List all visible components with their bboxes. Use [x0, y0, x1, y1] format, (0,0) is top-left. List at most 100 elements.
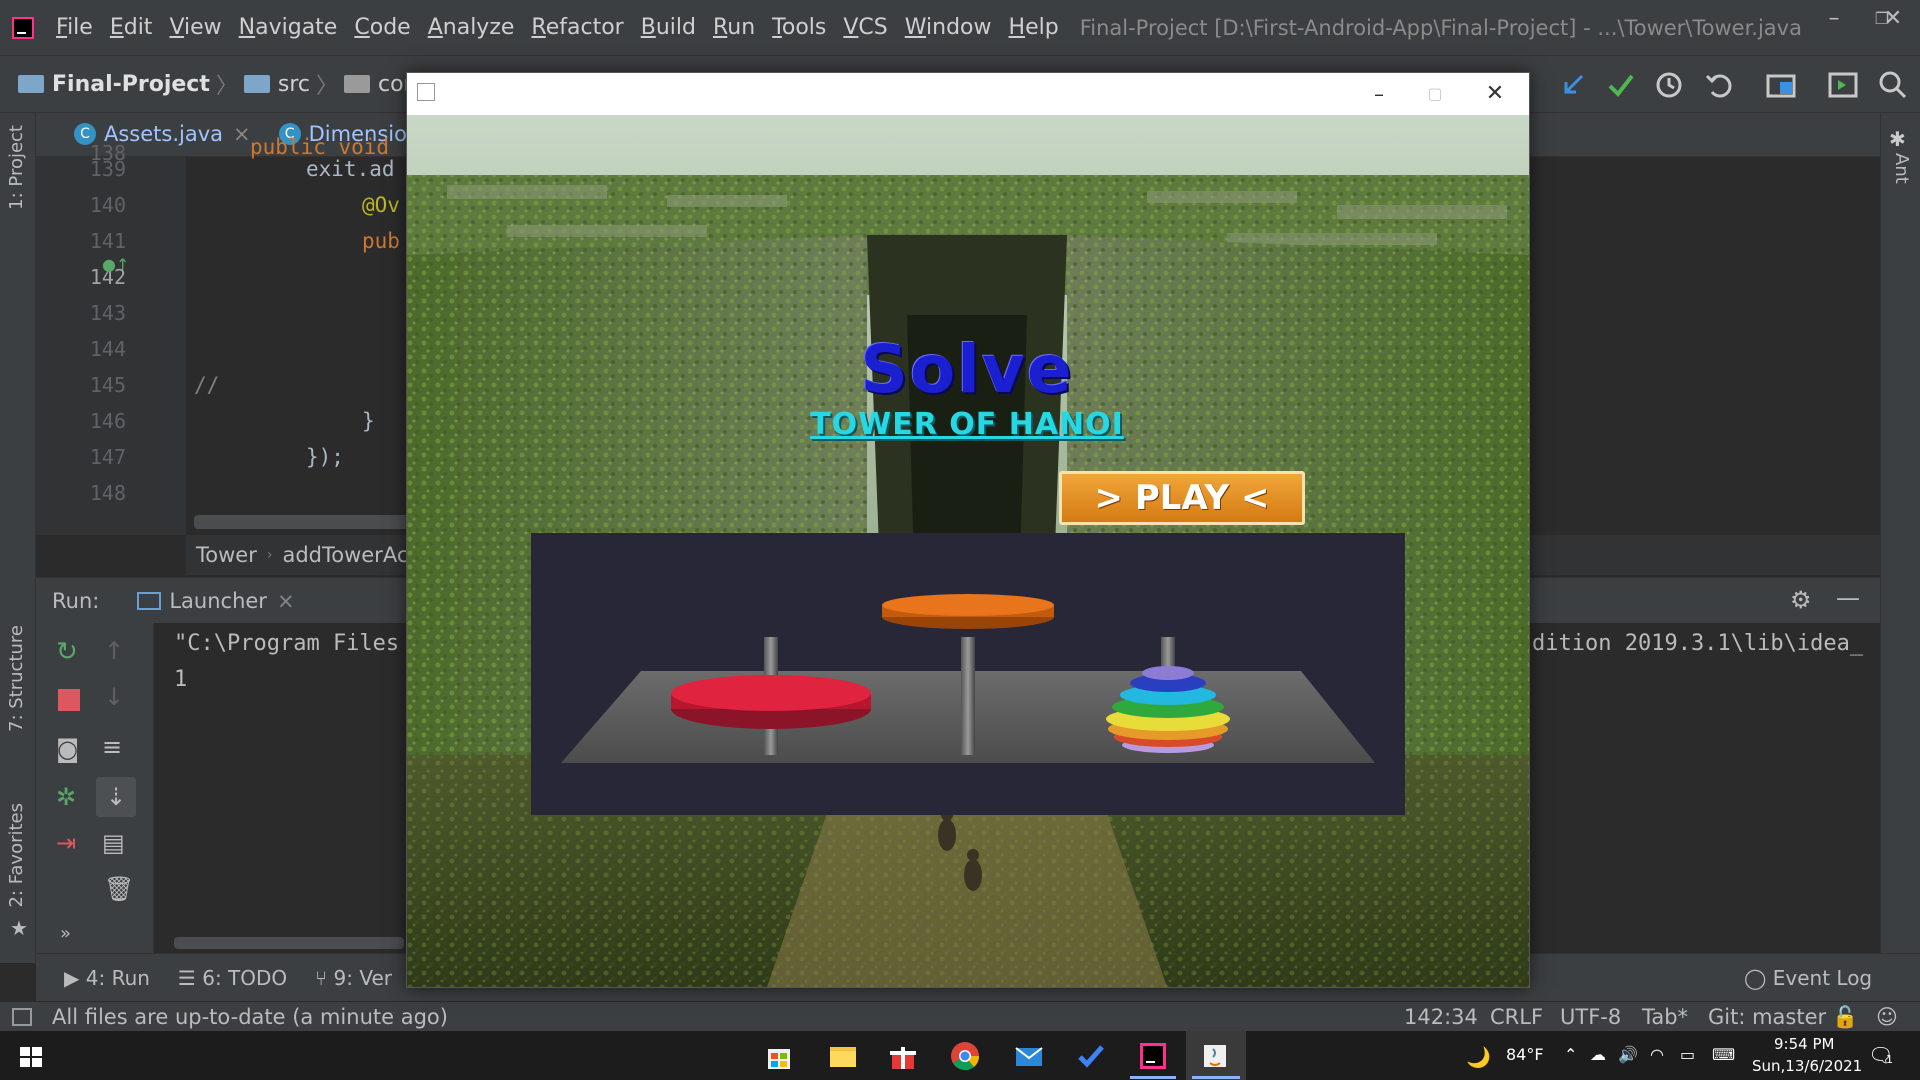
vcs-commit-icon[interactable]	[1604, 68, 1638, 102]
disc-moving	[882, 594, 1054, 616]
wifi-icon[interactable]: ◠	[1650, 1045, 1664, 1064]
toggle-tool-windows-icon[interactable]	[12, 1008, 32, 1026]
menu-build[interactable]: Build	[641, 15, 696, 40]
gift-app-icon[interactable]	[886, 1039, 920, 1073]
soft-wrap-icon[interactable]: ≡	[102, 733, 122, 761]
vcs-update-icon[interactable]	[1556, 68, 1590, 102]
weather-icon[interactable]: 🌙	[1466, 1045, 1491, 1069]
breadcrumb-src[interactable]: src	[243, 71, 310, 97]
close-icon[interactable]: ×	[233, 122, 251, 146]
close-icon[interactable]: ×	[277, 589, 295, 613]
windows-start-icon[interactable]	[14, 1039, 48, 1073]
line-number: 146	[89, 409, 126, 433]
branch-icon: ⑂	[315, 965, 328, 990]
status-message[interactable]: All files are up-to-date (a minute ago)	[52, 1005, 448, 1029]
folder-icon	[243, 75, 270, 93]
caret-position[interactable]: 142:34	[1404, 1005, 1478, 1029]
horizontal-scrollbar[interactable]	[174, 937, 404, 949]
horizontal-scrollbar[interactable]	[194, 515, 414, 529]
vcs-tool-tab[interactable]: ⑂ 9: Ver	[315, 966, 392, 990]
breadcrumb-method[interactable]: addTowerAc	[282, 543, 408, 567]
lock-icon[interactable]: 🔓	[1832, 1005, 1858, 1030]
play-button[interactable]: > PLAY <	[1059, 471, 1305, 525]
run-config-tab[interactable]: Launcher	[169, 589, 267, 613]
up-arrow-icon[interactable]: ↑	[104, 637, 124, 665]
menu-refactor[interactable]: Refactor	[531, 15, 623, 40]
clock-date[interactable]: Sun,13/6/2021	[1752, 1057, 1862, 1075]
camera-icon[interactable]: ◙	[56, 735, 79, 763]
line-number: 143	[89, 301, 126, 325]
breadcrumb-label: src	[277, 71, 310, 97]
event-log-tab[interactable]: ◯ Event Log	[1744, 966, 1872, 990]
breadcrumb-class[interactable]: Tower	[196, 543, 257, 567]
gear-icon[interactable]: ⚙	[1790, 586, 1812, 614]
project-structure-icon[interactable]	[1764, 68, 1798, 102]
indent-setting[interactable]: Tab*	[1642, 1005, 1688, 1029]
ant-tool-tab[interactable]: Ant	[1891, 153, 1912, 184]
favorites-tool-tab[interactable]: 2: Favorites	[6, 803, 27, 908]
game-minimize-button[interactable]: –	[1351, 77, 1407, 111]
menu-navigate[interactable]: Navigate	[239, 15, 338, 40]
mail-icon[interactable]	[1012, 1039, 1046, 1073]
run-toolbar: ↻ ↑ ↓ ◙ ≡ ✲ ⇣ ⇥ ▤ 🗑 »	[36, 623, 154, 953]
game-maximize-button[interactable]: ▢	[1407, 77, 1463, 111]
override-gutter-icon[interactable]: ●↑	[102, 255, 129, 274]
history-icon[interactable]	[1652, 68, 1686, 102]
disc-large	[671, 675, 871, 711]
game-title-bar[interactable]: – ▢ ✕	[407, 73, 1529, 115]
menu-code[interactable]: Code	[354, 15, 410, 40]
menu-help[interactable]: Help	[1009, 15, 1059, 40]
chrome-icon[interactable]	[948, 1039, 982, 1073]
file-explorer-icon[interactable]	[826, 1039, 860, 1073]
hide-icon[interactable]: —	[1836, 584, 1860, 612]
scroll-to-end-icon[interactable]: ⇣	[96, 777, 136, 817]
chevron-up-icon[interactable]: ⌃	[1564, 1045, 1577, 1064]
print-icon[interactable]: ▤	[102, 829, 125, 857]
breadcrumb-project[interactable]: Final-Project	[18, 72, 210, 97]
keyboard-icon[interactable]: ⌨	[1712, 1045, 1735, 1064]
peg-right	[1161, 637, 1175, 671]
structure-tool-tab[interactable]: 7: Structure	[6, 625, 27, 732]
store-icon[interactable]	[762, 1039, 796, 1073]
cloud-offline-icon[interactable]: ☁	[1590, 1045, 1606, 1064]
down-arrow-icon[interactable]: ↓	[104, 683, 124, 711]
battery-icon[interactable]: ▭	[1680, 1045, 1695, 1064]
more-icon[interactable]: »	[60, 923, 71, 944]
java-icon[interactable]	[1198, 1039, 1232, 1073]
trash-icon[interactable]: 🗑	[104, 875, 134, 903]
menu-file[interactable]: File	[56, 15, 93, 40]
line-separator[interactable]: CRLF	[1490, 1005, 1543, 1029]
menu-tools[interactable]: Tools	[772, 15, 826, 40]
stop-icon[interactable]	[58, 689, 80, 711]
tower-of-hanoi-window: – ▢ ✕ Solve TOWER OF HANOI > PLAY <	[406, 72, 1530, 988]
ide-close-button[interactable]: ✕	[1866, 0, 1920, 38]
volume-icon[interactable]: 🔊	[1618, 1045, 1638, 1064]
rerun-icon[interactable]: ↻	[56, 637, 78, 667]
project-tool-tab[interactable]: 1: Project	[6, 125, 27, 210]
inspector-icon[interactable]: ☺	[1876, 1005, 1898, 1029]
game-title: Solve	[860, 331, 1074, 408]
file-encoding[interactable]: UTF-8	[1560, 1005, 1621, 1029]
menu-vcs[interactable]: VCS	[843, 15, 887, 40]
menu-analyze[interactable]: Analyze	[428, 15, 515, 40]
code-line: });	[306, 445, 344, 469]
menu-run[interactable]: Run	[713, 15, 755, 40]
clock-time[interactable]: 9:54 PM	[1774, 1035, 1834, 1053]
menu-view[interactable]: View	[169, 15, 221, 40]
star-icon: ★	[10, 916, 28, 940]
debug-icon[interactable]: ✲	[56, 783, 76, 811]
git-branch[interactable]: Git: master	[1708, 1005, 1826, 1029]
run-tool-tab[interactable]: ▶ 4: Run	[64, 966, 150, 990]
search-icon[interactable]	[1876, 68, 1910, 102]
exit-icon[interactable]: ⇥	[56, 829, 76, 857]
game-close-button[interactable]: ✕	[1467, 77, 1523, 111]
rollback-icon[interactable]	[1702, 68, 1736, 102]
menu-edit[interactable]: Edit	[110, 15, 153, 40]
todo-app-icon[interactable]	[1074, 1039, 1108, 1073]
todo-tool-tab[interactable]: ☰ 6: TODO	[178, 966, 287, 990]
weather-temperature[interactable]: 84°F	[1506, 1045, 1544, 1064]
project-folder-icon	[18, 75, 44, 93]
intellij-taskbar-icon[interactable]	[1136, 1039, 1170, 1073]
presentation-icon[interactable]	[1826, 68, 1860, 102]
menu-window[interactable]: Window	[905, 15, 992, 40]
